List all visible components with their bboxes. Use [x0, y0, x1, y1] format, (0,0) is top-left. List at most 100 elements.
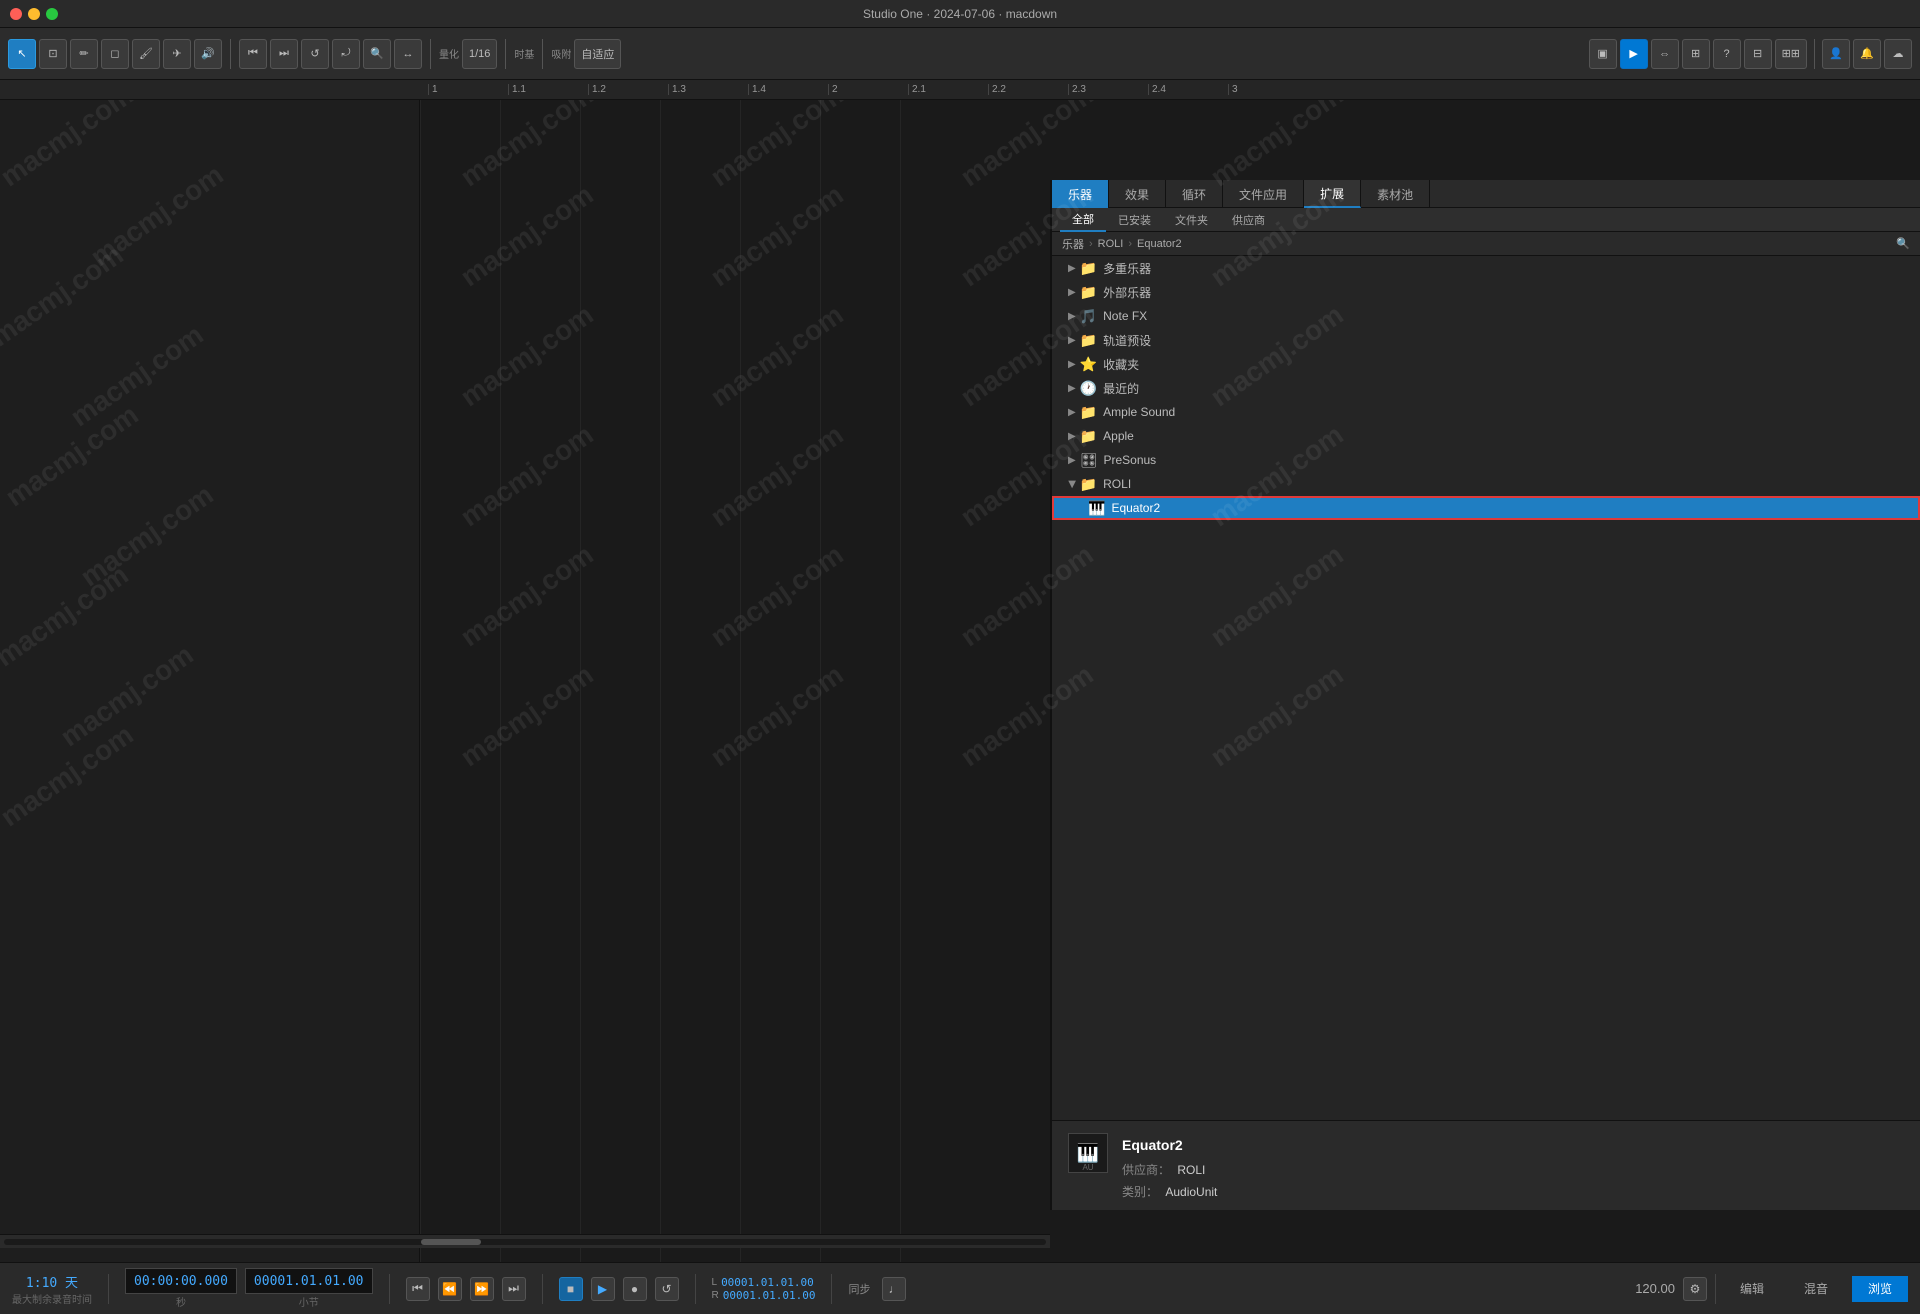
arrow-presonus: ▶ — [1068, 455, 1076, 466]
horizontal-scrollbar[interactable] — [0, 1234, 1050, 1248]
tab-loops[interactable]: 循环 — [1166, 180, 1223, 208]
browser-panel: 乐器 效果 循环 文件应用 扩展 素材池 全部 已安装 文件夹 供应商 乐器 ›… — [1050, 180, 1920, 1210]
timecode-unit: 秒 — [176, 1294, 186, 1309]
wm3: macmj.com — [0, 239, 129, 354]
wmt10: macmj.com — [705, 299, 850, 414]
user-button[interactable]: 👤 — [1822, 39, 1850, 69]
paint-tool-button[interactable]: 🖌 — [132, 39, 160, 69]
arrow-notefx: ▶ — [1068, 311, 1076, 322]
zoom-button[interactable]: 🔍 — [363, 39, 391, 69]
ruler-mark-1-4: 1.4 — [748, 84, 828, 95]
grid-line-4 — [660, 100, 661, 1262]
rewind-button[interactable]: ⏭ — [270, 39, 298, 69]
scrub-button[interactable]: ↔ — [394, 39, 422, 69]
goto-start-button[interactable]: ⏮ — [406, 1277, 430, 1301]
resize-button[interactable]: ⊞ — [1682, 39, 1710, 69]
swap-button[interactable]: ⇔ — [1651, 39, 1679, 69]
forward-transport-button[interactable]: ⏩ — [470, 1277, 494, 1301]
list-item-external[interactable]: ▶ 📁 外部乐器 — [1052, 280, 1920, 304]
tab-instruments[interactable]: 乐器 — [1052, 180, 1109, 208]
rewind-to-start-button[interactable]: ⏮ — [239, 39, 267, 69]
list-item-recent[interactable]: ▶ 🕐 最近的 — [1052, 376, 1920, 400]
selected-tool-button[interactable]: ▶ — [1620, 39, 1648, 69]
draw-tool-button[interactable]: ✏ — [70, 39, 98, 69]
rewind-transport-button[interactable]: ⏪ — [438, 1277, 462, 1301]
cloud-button[interactable]: ☁ — [1884, 39, 1912, 69]
tab-extensions[interactable]: 扩展 — [1304, 180, 1361, 208]
mute-tool-button[interactable]: ✈ — [163, 39, 191, 69]
list-item-presonus[interactable]: ▶ 🎛 PreSonus — [1052, 448, 1920, 472]
close-button[interactable] — [10, 8, 22, 20]
help-button[interactable]: ? — [1713, 39, 1741, 69]
tempo-settings-button[interactable]: ⚙ — [1683, 1277, 1707, 1301]
list-item-track-presets[interactable]: ▶ 📁 轨道预设 — [1052, 328, 1920, 352]
minimize-button[interactable] — [28, 8, 40, 20]
breadcrumb-root[interactable]: 乐器 — [1062, 236, 1084, 252]
more-button[interactable]: ⊞⊞ — [1775, 39, 1807, 69]
edit-tab[interactable]: 编辑 — [1724, 1276, 1780, 1302]
wmt5: macmj.com — [455, 179, 600, 294]
play-button[interactable]: ▶ — [591, 1277, 615, 1301]
breadcrumb-item[interactable]: Equator2 — [1137, 238, 1182, 250]
transport-sep-3 — [542, 1274, 543, 1304]
scrollbar-thumb[interactable] — [421, 1239, 481, 1245]
time-remaining-section: 1:10 天 最大制余录音时间 — [12, 1272, 92, 1306]
timecode-display[interactable]: 00:00:00.000 — [125, 1268, 237, 1294]
notification-button[interactable]: 🔔 — [1853, 39, 1881, 69]
list-item-notefx[interactable]: ▶ 🎵 Note FX — [1052, 304, 1920, 328]
bars-display[interactable]: 00001.01.01.00 — [245, 1268, 373, 1294]
list-item-label-notefx: Note FX — [1103, 309, 1147, 323]
tab-files[interactable]: 文件应用 — [1223, 180, 1304, 208]
quantize-label: 量化 — [439, 46, 459, 61]
range-tool-button[interactable]: ⊡ — [39, 39, 67, 69]
erase-tool-button[interactable]: ◻ — [101, 39, 129, 69]
subtab-installed[interactable]: 已安装 — [1106, 208, 1163, 232]
timeline-ruler: 1 1.1 1.2 1.3 1.4 2 2.1 2.2 2.3 2.4 3 — [0, 80, 1920, 100]
quantize-value[interactable]: 1/16 — [462, 39, 497, 69]
subtab-vendor[interactable]: 供应商 — [1220, 208, 1277, 232]
subtab-files[interactable]: 文件夹 — [1163, 208, 1220, 232]
record-button[interactable]: ● — [623, 1277, 647, 1301]
list-item-multi-instrument[interactable]: ▶ 📁 多重乐器 — [1052, 256, 1920, 280]
metronome-btn[interactable]: ♩ — [882, 1277, 906, 1301]
browse-tab[interactable]: 浏览 — [1852, 1276, 1908, 1302]
tempo-value: 120.00 — [1635, 1281, 1675, 1296]
watermark-left: macmj.com macmj.com macmj.com macmj.com … — [0, 100, 419, 1262]
list-item-roli[interactable]: ▶ 📁 ROLI — [1052, 472, 1920, 496]
goto-end-button[interactable]: ⏭ — [502, 1277, 526, 1301]
subtab-all[interactable]: 全部 — [1060, 208, 1106, 232]
snap-group: 吸附 自适应 — [551, 39, 621, 69]
browser-list[interactable]: ▶ 📁 多重乐器 ▶ 📁 外部乐器 ▶ 🎵 Note FX ▶ 📁 轨道预设 — [1052, 256, 1920, 1120]
maximize-button[interactable] — [46, 8, 58, 20]
grid-line-5 — [740, 100, 741, 1262]
main-content: macmj.com macmj.com macmj.com macmj.com … — [0, 100, 1920, 1262]
grid-button[interactable]: ⊟ — [1744, 39, 1772, 69]
stop-button[interactable]: ■ — [559, 1277, 583, 1301]
grid-line-3 — [580, 100, 581, 1262]
monitor-button[interactable]: ▣ — [1589, 39, 1617, 69]
time-remaining-display: 1:10 天 — [26, 1272, 78, 1291]
breadcrumb-folder[interactable]: ROLI — [1098, 238, 1124, 250]
list-item-equator2[interactable]: 🎹 Equator2 — [1052, 496, 1920, 520]
ruler-mark-1: 1 — [428, 84, 508, 95]
folder-icon-apple: 📁 — [1080, 428, 1097, 445]
snap-value[interactable]: 自适应 — [574, 39, 621, 69]
loop-transport-button[interactable]: ↺ — [655, 1277, 679, 1301]
folder-icon-track: 📁 — [1080, 332, 1097, 349]
ruler-mark-1-1: 1.1 — [508, 84, 588, 95]
tab-pool[interactable]: 素材池 — [1361, 180, 1430, 208]
audition-tool-button[interactable]: 🔊 — [194, 39, 222, 69]
breadcrumb: 乐器 › ROLI › Equator2 🔍 — [1052, 232, 1920, 256]
list-item-favorites[interactable]: ▶ ⭐ 收藏夹 — [1052, 352, 1920, 376]
loop-button[interactable]: ↺ — [301, 39, 329, 69]
select-tool-button[interactable]: ↖ — [8, 39, 36, 69]
list-item-ample-sound[interactable]: ▶ 📁 Ample Sound — [1052, 400, 1920, 424]
tab-effects[interactable]: 效果 — [1109, 180, 1166, 208]
list-item-apple[interactable]: ▶ 📁 Apple — [1052, 424, 1920, 448]
metronome-button[interactable]: ♩ — [882, 1277, 906, 1301]
clock-icon: 🕐 — [1080, 380, 1097, 397]
arrow-apple: ▶ — [1068, 431, 1076, 442]
search-icon[interactable]: 🔍 — [1896, 237, 1910, 250]
mix-tab[interactable]: 混音 — [1788, 1276, 1844, 1302]
loop-alt-button[interactable]: ⤾ — [332, 39, 360, 69]
